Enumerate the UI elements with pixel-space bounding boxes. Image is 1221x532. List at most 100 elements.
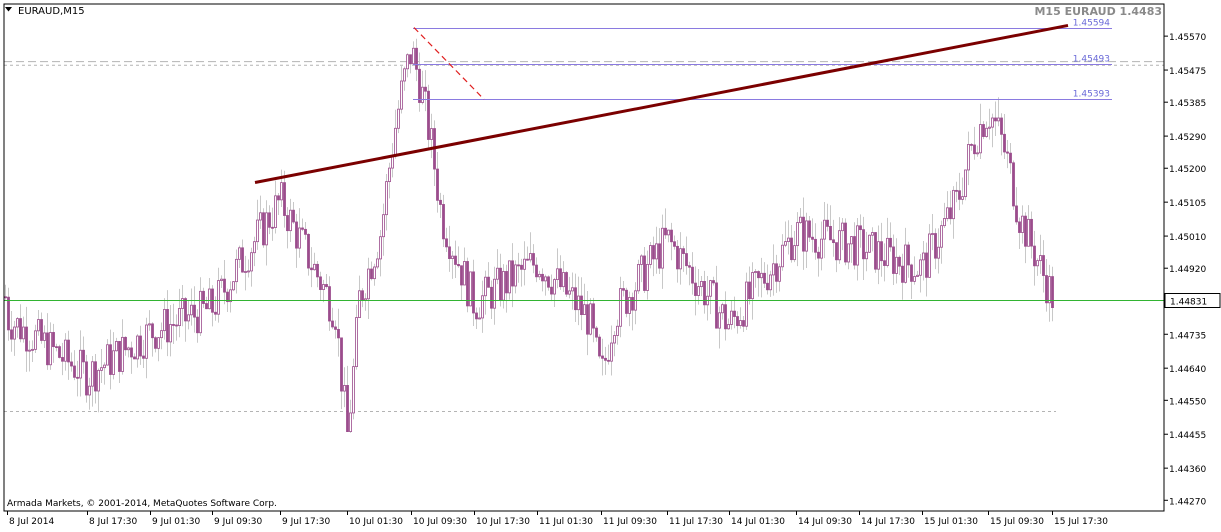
candle-body [421, 86, 424, 103]
candle-body [334, 326, 337, 330]
candle-body [922, 252, 925, 261]
candle-body [349, 412, 352, 432]
candle-body [160, 330, 163, 339]
x-tick-label: 14 Jul 01:30 [731, 517, 785, 527]
candle-body [220, 278, 223, 281]
candle-body [238, 247, 241, 260]
candle-body [745, 281, 748, 327]
candle-body [808, 220, 811, 238]
candle-body [400, 80, 403, 110]
candle-body [868, 234, 871, 253]
candle-body [64, 339, 67, 362]
candle-body [367, 268, 370, 300]
candle-body [304, 228, 307, 235]
candle-body [358, 290, 361, 318]
candle-body [58, 346, 61, 358]
candle-body [1024, 215, 1027, 247]
candle-body [919, 259, 922, 276]
candle-body [802, 216, 805, 252]
candle-body [754, 271, 757, 273]
candle-body [781, 244, 784, 268]
x-tick-label: 15 Jul 17:30 [1054, 517, 1108, 527]
candle-body [1051, 276, 1054, 308]
candle-body [412, 47, 415, 65]
candle-body [664, 227, 667, 236]
candle-body [571, 287, 574, 292]
candle-body [709, 280, 712, 297]
candle-body [625, 289, 628, 314]
candle-body [742, 320, 745, 327]
candle-body [655, 243, 658, 260]
candle-body [151, 323, 154, 339]
chart-window[interactable]: 1.45594 1.45493 1.45393 1.45570 1.45475 1.45… [0, 0, 1221, 528]
candle-body [937, 246, 940, 259]
candle-body [829, 225, 832, 241]
candle-body [739, 320, 742, 327]
candle-body [307, 233, 310, 269]
candle-body [49, 332, 52, 366]
candle-body [25, 326, 28, 352]
candle-body [253, 241, 256, 254]
candle-body [688, 265, 691, 268]
candle-body [232, 281, 235, 291]
candle-body [157, 337, 160, 349]
candle-body [955, 189, 958, 192]
candle-body [376, 258, 379, 268]
candle-body [676, 245, 679, 270]
x-tick-label: 8 Jul 2014 [9, 517, 54, 527]
candle-body [208, 288, 211, 310]
x-tick-label: 14 Jul 09:30 [798, 517, 852, 527]
candle-body [565, 272, 568, 295]
candle-body [445, 238, 448, 248]
candle-body [241, 247, 244, 273]
candle-body [967, 144, 970, 171]
candle-body [679, 248, 682, 270]
y-tick-label: 1.45385 [1169, 99, 1206, 109]
candle-body [328, 286, 331, 322]
candle-body [430, 128, 433, 140]
candle-body [610, 342, 613, 362]
candle-body [628, 297, 631, 314]
candle-body [844, 222, 847, 263]
candle-body [31, 348, 34, 351]
candle-body [199, 290, 202, 334]
candle-body [769, 274, 772, 291]
candle-body [535, 264, 538, 278]
candle-body [952, 189, 955, 220]
candle-body [727, 324, 730, 330]
y-tick-label: 1.44920 [1169, 265, 1206, 275]
candle-body [1036, 260, 1039, 267]
candle-body [925, 252, 928, 278]
candle-body [793, 245, 796, 261]
candle-body [382, 214, 385, 238]
candle-body [589, 303, 592, 335]
candle-body [85, 361, 88, 396]
current-price-label: 1.44831 [1170, 298, 1207, 308]
candle-body [94, 361, 97, 392]
candle-body [616, 325, 619, 336]
candle-body [553, 279, 556, 295]
candle-body [154, 337, 157, 349]
candle-body [286, 215, 289, 232]
candle-body [466, 261, 469, 307]
candle-body [1000, 117, 1003, 135]
candle-body [505, 271, 508, 294]
candle-body [34, 330, 37, 350]
candle-body [757, 271, 760, 279]
candle-body [673, 241, 676, 247]
candle-body [511, 260, 514, 287]
candle-body [133, 356, 136, 360]
candle-body [970, 144, 973, 146]
candle-body [646, 263, 649, 291]
candle-body [523, 258, 526, 270]
candle-body [892, 246, 895, 274]
candle-body [580, 295, 583, 315]
candle-body [991, 117, 994, 128]
candle-body [244, 271, 247, 273]
candle-body [799, 216, 802, 224]
candle-body [1030, 218, 1033, 247]
candle-body [103, 364, 106, 369]
candle-body [961, 196, 964, 200]
candle-body [805, 220, 808, 252]
candle-body [964, 169, 967, 198]
